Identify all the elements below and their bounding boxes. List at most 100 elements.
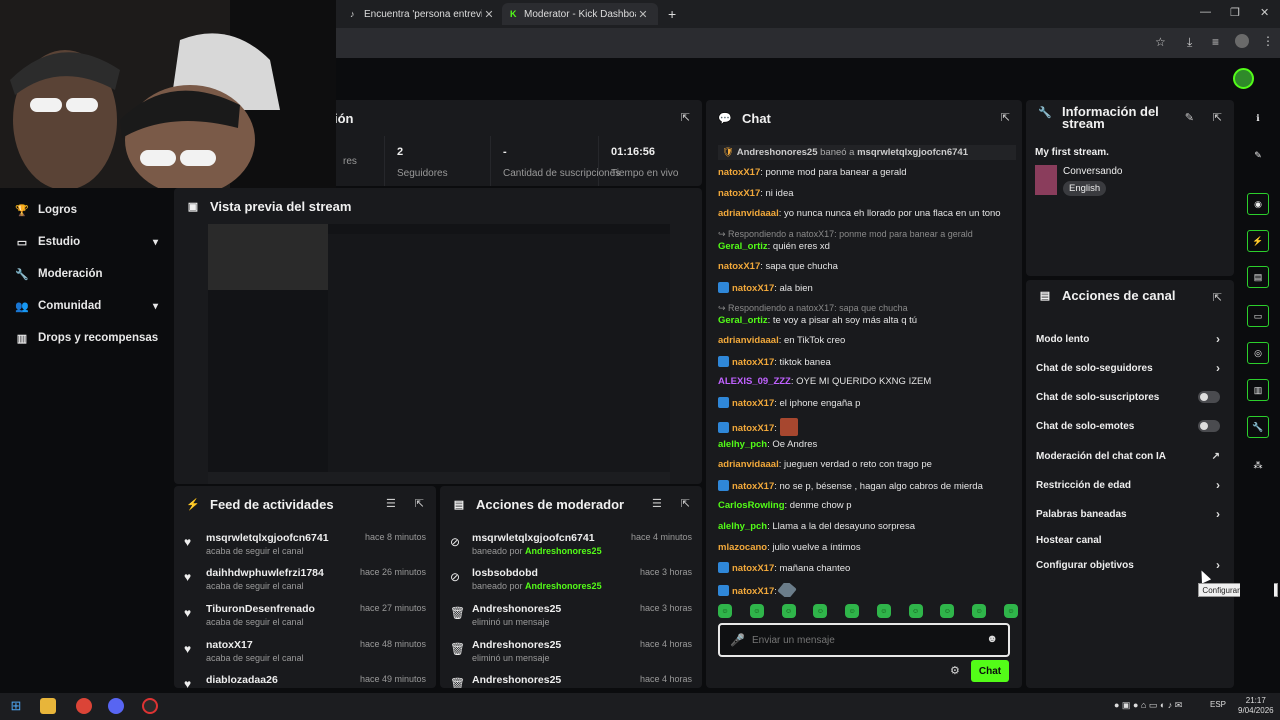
media-icon[interactable]: ≡ <box>1212 35 1219 49</box>
chat-username[interactable]: natoxX17 <box>732 586 774 597</box>
chat-message[interactable]: natoxX17: <box>718 417 1018 436</box>
download-icon[interactable]: ⤓ <box>1187 35 1192 50</box>
emote-icon[interactable]: ☺ <box>876 604 891 618</box>
camera-icon[interactable]: ◉ <box>1247 193 1269 215</box>
chat-message[interactable]: alelhy_pch: Oe Andres <box>718 439 1018 450</box>
popout-icon[interactable]: ⇱ <box>1001 111 1010 124</box>
notes-icon[interactable]: ▤ <box>1247 266 1269 288</box>
action-moderacion-ia[interactable]: Moderación del chat con IA ↗ <box>1036 445 1224 467</box>
chat-message[interactable]: mlazocano: julio vuelve a íntimos <box>718 542 1018 553</box>
chat-username[interactable]: natoxX17 <box>718 167 760 178</box>
chat-username[interactable]: ALEXIS_09_ZZZ <box>718 376 791 387</box>
chat-username[interactable]: natoxX17 <box>732 481 774 492</box>
chat-message[interactable]: natoxX17: <box>718 582 1018 597</box>
edit-pencil-icon[interactable]: ✎ <box>1185 111 1194 124</box>
close-tab-icon[interactable]: ✕ <box>482 8 496 21</box>
sidebar-item-drops[interactable]: ▥ Drops y recompensas <box>14 328 162 348</box>
emote-icon[interactable]: ☺ <box>1003 604 1018 618</box>
chat-message[interactable]: natoxX17: ponme mod para banear a gerald <box>718 167 1018 178</box>
chrome-icon[interactable] <box>76 698 92 714</box>
emote-icon[interactable]: ☺ <box>845 604 860 618</box>
bolt-icon[interactable]: ⚡ <box>1247 230 1269 252</box>
action-solo-seguidores[interactable]: Chat de solo-seguidores › <box>1036 357 1224 379</box>
chat-username[interactable]: adrianvidaaal <box>718 335 779 346</box>
action-restriccion-edad[interactable]: Restricción de edad › <box>1036 474 1224 496</box>
windows-start-icon[interactable]: ⊞ <box>8 698 24 714</box>
edit-pencil-icon[interactable]: ✎ <box>1247 144 1269 166</box>
profile-icon[interactable] <box>1235 34 1249 48</box>
close-window-icon[interactable]: ✕ <box>1260 6 1269 19</box>
tab-kick-dashboard[interactable]: K Moderator - Kick Dashboard ✕ <box>502 3 658 25</box>
chat-username[interactable]: natoxX17 <box>732 423 774 434</box>
chat-message[interactable]: natoxX17: tiktok banea <box>718 355 1018 368</box>
action-configurar-objetivos[interactable]: Configurar objetivos › <box>1036 554 1224 576</box>
emote-icon[interactable]: ☺ <box>813 604 828 618</box>
microphone-icon[interactable]: 🎤 <box>730 633 745 647</box>
close-tab-icon[interactable]: ✕ <box>636 8 650 21</box>
chat-username[interactable]: natoxX17 <box>732 283 774 294</box>
filter-icon[interactable]: ☰ <box>386 497 396 510</box>
chat-username[interactable]: mlazocano <box>718 542 767 553</box>
chat-message[interactable]: adrianvidaaal: jueguen verdad o reto con… <box>718 459 1018 470</box>
info-icon[interactable]: ℹ <box>1247 107 1269 129</box>
language-indicator[interactable]: ESP <box>1210 700 1226 709</box>
sidebar-item-comunidad[interactable]: 👥 Comunidad ▾ <box>14 296 162 316</box>
maximize-icon[interactable]: ❐ <box>1230 6 1240 19</box>
chat-message[interactable]: adrianvidaaal: yo nunca nunca eh llorado… <box>718 208 1018 219</box>
chat-message[interactable]: Geral_ortiz: quién eres xd <box>718 241 1018 252</box>
chat-message[interactable]: ALEXIS_09_ZZZ: OYE MI QUERIDO KXNG IZEM <box>718 376 1018 387</box>
obs-icon[interactable] <box>142 698 158 714</box>
wrench-icon[interactable]: 🔧 <box>1247 416 1269 438</box>
menu-icon[interactable]: ⋮ <box>1262 34 1274 48</box>
sidebar-item-moderacion[interactable]: 🔧 Moderación <box>14 264 162 284</box>
chat-username[interactable]: natoxX17 <box>732 563 774 574</box>
emote-icon[interactable]: ☺ <box>718 604 732 618</box>
chat-username[interactable]: natoxX17 <box>718 261 760 272</box>
chat-username[interactable]: natoxX17 <box>732 398 774 409</box>
chat-message[interactable]: natoxX17: sapa que chucha <box>718 261 1018 272</box>
popout-icon[interactable]: ⇱ <box>681 497 690 510</box>
sidebar-item-estudio[interactable]: ▭ Estudio ▾ <box>14 232 162 252</box>
discord-icon[interactable] <box>108 698 124 714</box>
send-chat-button[interactable]: Chat <box>971 660 1009 682</box>
emoji-picker-icon[interactable]: ☻ <box>986 633 998 645</box>
bookmark-star-icon[interactable]: ☆ <box>1155 35 1166 49</box>
action-solo-emotes[interactable]: Chat de solo-emotes <box>1036 415 1224 437</box>
layout-icon[interactable]: ▥ <box>1247 379 1269 401</box>
file-explorer-icon[interactable] <box>40 698 56 714</box>
stream-preview-video[interactable] <box>208 224 670 484</box>
emote-icon[interactable]: ☺ <box>781 604 796 618</box>
tray-icons[interactable]: ● ▣ ● ⌂ ▭ ◐ ♪ ✉ <box>1114 700 1182 711</box>
chat-message[interactable]: natoxX17: ni idea <box>718 188 1018 199</box>
toggle-switch[interactable] <box>1198 420 1220 432</box>
chat-username[interactable]: adrianvidaaal <box>718 208 779 219</box>
chat-message[interactable]: CarlosRowling: denme chow p <box>718 500 1018 511</box>
action-modo-lento[interactable]: Modo lento › <box>1036 328 1224 350</box>
chat-username[interactable]: Geral_ortiz <box>718 241 768 252</box>
chat-messages[interactable]: 🛡 Andreshonores25 baneó a msqrwletqlxgjo… <box>706 140 1022 610</box>
user-avatar[interactable] <box>1233 68 1254 89</box>
action-solo-suscriptores[interactable]: Chat de solo-suscriptores <box>1036 386 1224 408</box>
chat-input[interactable] <box>752 632 972 648</box>
popout-icon[interactable]: ⇱ <box>1213 111 1222 124</box>
broadcast-icon[interactable]: ◎ <box>1247 342 1269 364</box>
chat-username[interactable]: alelhy_pch <box>718 521 767 532</box>
chat-settings-icon[interactable]: ⚙ <box>950 664 960 677</box>
emote-icon[interactable]: ☺ <box>749 604 764 618</box>
chat-message[interactable]: adrianvidaaal: en TikTok creo <box>718 335 1018 346</box>
popout-icon[interactable]: ⇱ <box>1213 291 1222 304</box>
chat-username[interactable]: adrianvidaaal <box>718 459 779 470</box>
emote-icon[interactable]: ☺ <box>972 604 987 618</box>
sidebar-item-logros[interactable]: 🏆 Logros <box>14 200 162 220</box>
chat-message[interactable]: alelhy_pch: Llama a la del desayuno sorp… <box>718 521 1018 532</box>
popout-icon[interactable]: ⇱ <box>681 111 690 124</box>
chat-message[interactable]: Geral_ortiz: te voy a pisar ah soy más a… <box>718 315 1018 326</box>
clock[interactable]: 21:17 9/04/2026 <box>1238 696 1274 716</box>
filter-icon[interactable]: ☰ <box>652 497 662 510</box>
emote-icon[interactable]: ☺ <box>908 604 923 618</box>
popout-icon[interactable]: ⇱ <box>415 497 424 510</box>
emote-icon[interactable]: ☺ <box>940 604 955 618</box>
action-hostear-canal[interactable]: Hostear canal <box>1036 529 1224 551</box>
action-palabras-baneadas[interactable]: Palabras baneadas › <box>1036 503 1224 525</box>
chat-input-box[interactable]: 🎤 ☻ <box>718 623 1010 657</box>
